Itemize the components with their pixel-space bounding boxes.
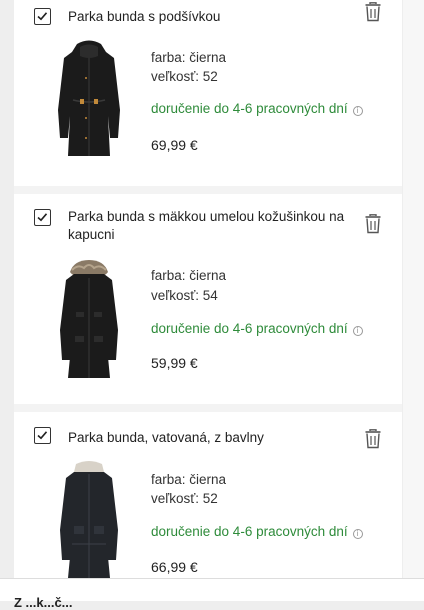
item-size: veľkosť: 54 — [151, 288, 218, 303]
item-color: farba: čierna — [151, 268, 227, 283]
black-parka-quilted-icon[interactable] — [44, 460, 134, 585]
cart-panel: Parka bunda s podšívkou farba: čierna ve… — [14, 0, 402, 578]
black-parka-hooded-icon[interactable] — [44, 38, 134, 163]
item-price: 59,99 € — [151, 355, 198, 371]
delivery-text: doručenie do 4-6 pracovných dní — [151, 524, 348, 539]
item-title[interactable]: Parka bunda, vatovaná, z bavlny — [68, 429, 353, 447]
bottom-summary-bar: Z ...k...č... — [0, 578, 424, 610]
item-checkbox[interactable] — [34, 427, 51, 444]
item-price: 69,99 € — [151, 137, 198, 153]
item-price: 66,99 € — [151, 559, 198, 575]
info-icon[interactable]: i — [352, 106, 363, 116]
delivery-info: doručenie do 4-6 pracovných dní i — [151, 101, 363, 116]
trash-icon[interactable] — [364, 214, 382, 234]
summary-label: Z ...k...č... — [14, 595, 73, 610]
item-checkbox[interactable] — [34, 209, 51, 226]
delivery-text: doručenie do 4-6 pracovných dní — [151, 101, 348, 116]
trash-icon[interactable] — [364, 2, 382, 22]
checkmark-icon — [37, 431, 48, 440]
info-icon[interactable]: i — [352, 326, 363, 336]
info-icon[interactable]: i — [352, 529, 363, 539]
checkmark-icon — [37, 12, 48, 21]
item-color: farba: čierna — [151, 472, 227, 487]
item-checkbox[interactable] — [34, 8, 51, 25]
item-title[interactable]: Parka bunda s mäkkou umelou kožušinkou n… — [68, 208, 353, 244]
right-edge-strip — [403, 0, 424, 578]
item-divider — [14, 186, 402, 194]
delivery-info: doručenie do 4-6 pracovných dní i — [151, 321, 363, 336]
item-divider — [14, 404, 402, 412]
item-color: farba: čierna — [151, 50, 227, 65]
item-size: veľkosť: 52 — [151, 69, 218, 84]
black-parka-fur-hood-icon[interactable] — [44, 258, 134, 383]
delivery-info: doručenie do 4-6 pracovných dní i — [151, 524, 363, 539]
delivery-text: doručenie do 4-6 pracovných dní — [151, 321, 348, 336]
checkmark-icon — [37, 213, 48, 222]
trash-icon[interactable] — [364, 429, 382, 449]
item-size: veľkosť: 52 — [151, 491, 218, 506]
item-title[interactable]: Parka bunda s podšívkou — [68, 8, 353, 26]
